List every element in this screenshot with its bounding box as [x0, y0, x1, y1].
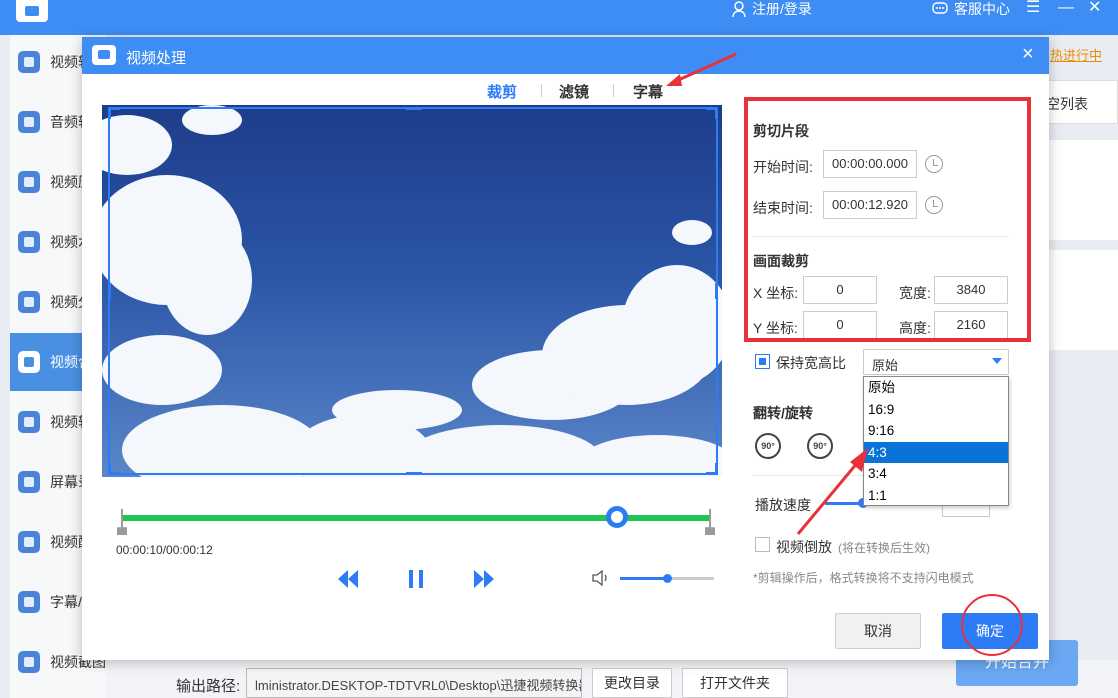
height-input[interactable]: 2160 [934, 311, 1008, 339]
tab-filter[interactable]: 滤镜 [559, 81, 589, 102]
output-path-label: 输出路径: [176, 678, 241, 695]
output-path-field[interactable]: lministrator.DESKTOP-TDTVRL0\Desktop\迅捷视… [246, 668, 582, 698]
aspect-option[interactable]: 16:9 [864, 399, 1008, 421]
keep-aspect-label: 保持宽高比 [776, 355, 846, 371]
dialog-title: 视频处理 [126, 50, 187, 67]
login-link[interactable]: 注册/登录 [732, 0, 812, 18]
y-coord-label: Y 坐标: [753, 320, 798, 336]
audio-convert-icon [18, 111, 40, 133]
reverse-note: (将在转换后生效) [838, 541, 930, 555]
dialog-close-icon[interactable]: × [1022, 43, 1034, 65]
playhead-knob[interactable] [606, 506, 628, 528]
keep-aspect-checkbox[interactable] [755, 354, 770, 369]
x-coord-label: X 坐标: [753, 285, 799, 301]
height-label: 高度: [899, 320, 931, 336]
aspect-option[interactable]: 3:4 [864, 463, 1008, 485]
menu-icon[interactable]: ☰ [1026, 0, 1040, 18]
crop-handle[interactable] [406, 107, 422, 119]
clip-section-title: 剪切片段 [753, 123, 809, 139]
video-compress-icon [18, 171, 40, 193]
trim-end-handle[interactable] [705, 509, 715, 535]
app-title-bar: 注册/登录 客服中心 ☰ — ✕ [0, 0, 1118, 35]
pause-icon[interactable] [404, 568, 428, 590]
fast-forward-icon[interactable] [472, 568, 496, 590]
start-time-input[interactable]: 00:00:00.000 [823, 150, 917, 178]
volume-slider-knob[interactable] [663, 574, 672, 583]
crop-handle[interactable] [108, 463, 120, 475]
y-coord-input[interactable]: 0 [803, 311, 877, 339]
crop-handle[interactable] [406, 463, 422, 475]
screen-record-icon [18, 471, 40, 493]
volume-slider-fill [620, 577, 666, 580]
chat-icon [932, 2, 948, 14]
lightning-mode-note: *剪辑操作后，格式转换将不支持闪电模式 [753, 571, 974, 585]
subtitle-icon [18, 591, 40, 613]
video-transfer-icon [18, 411, 40, 433]
clear-list-button[interactable]: 空列表 [1046, 94, 1088, 114]
video-processing-dialog: 视频处理 × 裁剪 滤镜 字幕 00:00:10/00:00:12 剪切片段 开… [82, 37, 1049, 660]
rotate-left-icon[interactable]: 90° [755, 433, 781, 459]
reverse-label: 视频倒放 [776, 539, 832, 555]
rotate-right-icon[interactable]: 90° [807, 433, 833, 459]
crop-selection-box[interactable] [108, 107, 718, 475]
flip-rotate-title: 翻转/旋转 [753, 405, 813, 421]
change-dir-button[interactable]: 更改目录 [592, 668, 672, 698]
dialog-title-bar: 视频处理 × [82, 37, 1049, 74]
customer-service-link[interactable]: 客服中心 [932, 0, 1010, 18]
dialog-app-icon [92, 45, 116, 65]
app-logo [16, 0, 48, 22]
close-icon[interactable]: ✕ [1088, 0, 1101, 18]
start-time-label: 开始时间: [753, 159, 813, 175]
aspect-option[interactable]: 1:1 [864, 485, 1008, 507]
confirm-button[interactable]: 确定 [942, 613, 1038, 649]
sidebar-item-label: 字幕/ [50, 594, 82, 610]
cancel-button[interactable]: 取消 [835, 613, 921, 649]
minimize-icon[interactable]: — [1058, 0, 1074, 18]
service-label: 客服中心 [954, 1, 1010, 17]
aspect-ratio-dropdown: 原始 16:9 9:16 4:3 3:4 1:1 [863, 376, 1009, 506]
width-input[interactable]: 3840 [934, 276, 1008, 304]
screenshot-icon [18, 651, 40, 673]
trim-start-handle[interactable] [117, 509, 127, 535]
crop-handle[interactable] [108, 283, 120, 299]
chevron-down-icon[interactable] [992, 358, 1002, 364]
x-coord-input[interactable]: 0 [803, 276, 877, 304]
section-divider [753, 236, 1009, 237]
crop-section-title: 画面裁剪 [753, 253, 809, 269]
tab-subtitle[interactable]: 字幕 [633, 81, 663, 102]
hot-link[interactable]: 热进行中 [1050, 45, 1102, 64]
open-folder-button[interactable]: 打开文件夹 [682, 668, 788, 698]
playback-time: 00:00:10/00:00:12 [116, 543, 213, 557]
end-time-label: 结束时间: [753, 200, 813, 216]
end-time-input[interactable]: 00:00:12.920 [823, 191, 917, 219]
tab-divider [541, 84, 542, 97]
volume-icon[interactable] [592, 570, 610, 586]
login-label: 注册/登录 [752, 1, 812, 17]
rewind-icon[interactable] [336, 568, 360, 590]
aspect-ratio-select[interactable]: 原始 [863, 349, 1009, 375]
video-split-icon [18, 291, 40, 313]
aspect-option[interactable]: 9:16 [864, 420, 1008, 442]
video-convert-icon [18, 51, 40, 73]
width-label: 宽度: [899, 285, 931, 301]
tab-crop[interactable]: 裁剪 [487, 81, 517, 102]
reset-end-icon[interactable] [925, 196, 943, 214]
reverse-checkbox[interactable] [755, 537, 770, 552]
aspect-option[interactable]: 原始 [864, 377, 1008, 399]
tab-divider [613, 84, 614, 97]
crop-handle[interactable] [706, 283, 718, 299]
user-icon [732, 1, 746, 17]
video-dub-icon [18, 531, 40, 553]
reset-start-icon[interactable] [925, 155, 943, 173]
crop-handle[interactable] [706, 107, 718, 119]
playback-speed-label: 播放速度 [755, 497, 811, 513]
aspect-option-highlighted[interactable]: 4:3 [864, 441, 1008, 463]
crop-handle[interactable] [108, 107, 120, 119]
video-merge-icon [18, 351, 40, 373]
crop-handle[interactable] [706, 463, 718, 475]
video-watermark-icon [18, 231, 40, 253]
